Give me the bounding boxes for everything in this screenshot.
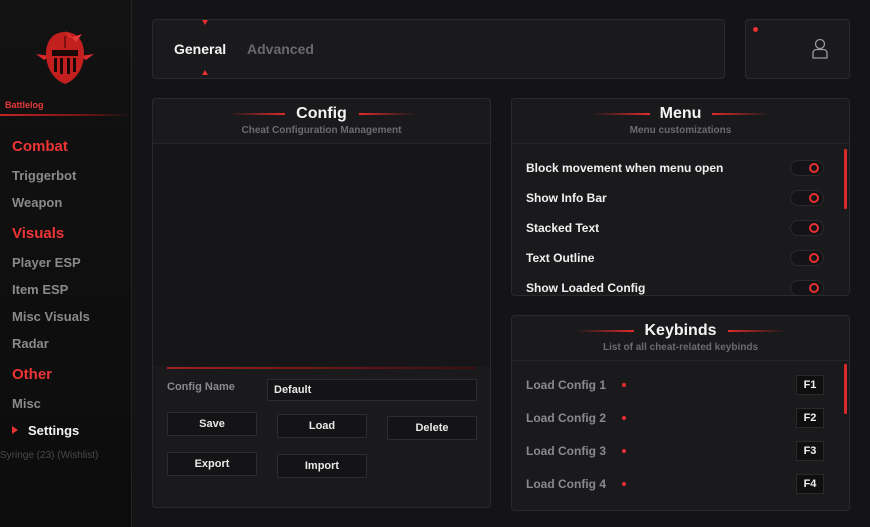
- sidebar: Battlelog Combat Triggerbot Weapon Visua…: [0, 0, 132, 527]
- option-label: Show Loaded Config: [526, 281, 646, 295]
- config-card: Config Cheat Configuration Management Co…: [152, 98, 491, 508]
- nav-item-misc-visuals[interactable]: Misc Visuals: [12, 309, 90, 324]
- profile-panel[interactable]: [745, 19, 850, 79]
- nav-item-weapon[interactable]: Weapon: [12, 195, 62, 210]
- keybinds-title: Keybinds: [644, 322, 717, 339]
- sidebar-ghost-text: Syringe (23) (Wishlist): [0, 450, 99, 461]
- keybind-dot-icon: [622, 449, 626, 453]
- keybind-dot-icon: [622, 416, 626, 420]
- nav-item-triggerbot[interactable]: Triggerbot: [12, 168, 76, 183]
- tab-advanced[interactable]: Advanced: [247, 41, 314, 57]
- knight-helmet-logo-icon: [36, 30, 94, 84]
- brand-divider: [0, 114, 132, 116]
- keybind-key[interactable]: F3: [796, 441, 824, 461]
- nav-item-misc[interactable]: Misc: [12, 396, 41, 411]
- menu-card: Menu Menu customizations Block movement …: [511, 98, 850, 296]
- tab-indicator-top-icon: [202, 20, 208, 25]
- toggle-knob-icon: [809, 283, 819, 293]
- tab-general[interactable]: General: [174, 41, 226, 57]
- status-dot: [753, 27, 758, 32]
- config-name-input[interactable]: [267, 379, 477, 401]
- nav-item-item-esp[interactable]: Item ESP: [12, 282, 68, 297]
- keybind-label: Load Config 1: [526, 378, 606, 392]
- keybind-label: Load Config 3: [526, 444, 606, 458]
- tab-indicator-bottom-icon: [202, 70, 208, 75]
- config-list[interactable]: [153, 144, 490, 366]
- option-label: Block movement when menu open: [526, 161, 724, 175]
- title-line-right: [359, 113, 415, 115]
- toggle-knob-icon: [809, 193, 819, 203]
- keybinds-header-divider: [512, 360, 849, 361]
- keybinds-subtitle: List of all cheat-related keybinds: [602, 342, 759, 353]
- config-title: Config: [296, 105, 347, 122]
- title-line-right: [712, 113, 770, 115]
- option-label: Text Outline: [526, 251, 595, 265]
- toggle-show-info-bar[interactable]: [790, 190, 824, 206]
- keybind-label: Load Config 2: [526, 411, 606, 425]
- nav-item-settings[interactable]: Settings: [28, 423, 79, 438]
- user-icon[interactable]: [812, 38, 828, 60]
- config-list-divider: [167, 367, 477, 369]
- active-arrow-icon: [12, 426, 18, 434]
- menu-scrollbar[interactable]: [844, 149, 847, 209]
- nav-category-other: Other: [12, 366, 53, 383]
- nav-category-combat: Combat: [12, 138, 68, 155]
- keybind-dot-icon: [622, 482, 626, 486]
- nav-item-player-esp[interactable]: Player ESP: [12, 255, 81, 270]
- keybinds-card: Keybinds List of all cheat-related keybi…: [511, 315, 850, 511]
- toggle-knob-icon: [809, 163, 819, 173]
- delete-button[interactable]: Delete: [387, 416, 477, 440]
- export-button[interactable]: Export: [167, 452, 257, 476]
- config-subtitle: Cheat Configuration Management: [241, 125, 402, 136]
- tabs-bar: General Advanced: [152, 19, 725, 79]
- keybind-dot-icon: [622, 383, 626, 387]
- option-label: Show Info Bar: [526, 191, 607, 205]
- toggle-knob-icon: [809, 223, 819, 233]
- nav-item-radar[interactable]: Radar: [12, 336, 49, 351]
- config-name-label: Config Name: [167, 381, 235, 393]
- keybind-key[interactable]: F1: [796, 375, 824, 395]
- keybind-key[interactable]: F2: [796, 408, 824, 428]
- import-button[interactable]: Import: [277, 454, 367, 478]
- keybinds-scrollbar[interactable]: [844, 364, 847, 414]
- keybind-label: Load Config 4: [526, 477, 606, 491]
- load-button[interactable]: Load: [277, 414, 367, 438]
- save-button[interactable]: Save: [167, 412, 257, 436]
- menu-header-divider: [512, 143, 849, 144]
- title-line-right: [728, 330, 786, 332]
- option-label: Stacked Text: [526, 221, 600, 235]
- toggle-stacked-text[interactable]: [790, 220, 824, 236]
- nav-category-visuals: Visuals: [12, 225, 65, 242]
- toggle-text-outline[interactable]: [790, 250, 824, 266]
- brand-label: Battlelog: [5, 100, 44, 110]
- keybind-key[interactable]: F4: [796, 474, 824, 494]
- toggle-block-movement[interactable]: [790, 160, 824, 176]
- menu-subtitle: Menu customizations: [629, 125, 732, 136]
- menu-title: Menu: [659, 105, 702, 122]
- toggle-knob-icon: [809, 253, 819, 263]
- toggle-show-loaded-config[interactable]: [790, 280, 824, 295]
